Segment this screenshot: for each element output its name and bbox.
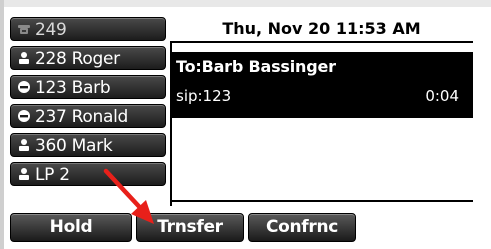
panel-divider	[170, 43, 172, 206]
line-key-label: LP 2	[35, 165, 70, 185]
line-key-label: 360 Mark	[35, 136, 113, 156]
line-key-249[interactable]: 249	[10, 17, 166, 41]
minus-icon	[17, 106, 31, 122]
panel-bottom-line	[170, 200, 473, 202]
line-key-237-ronald[interactable]: 237 Ronald	[10, 104, 166, 128]
person-icon	[17, 48, 31, 64]
hold-softkey[interactable]: Hold	[10, 213, 132, 242]
person-icon	[17, 135, 31, 151]
line-key-label: 237 Ronald	[35, 107, 129, 127]
line-key-123-barb[interactable]: 123 Barb	[10, 75, 166, 99]
call-recipient: To:Barb Bassinger	[176, 57, 336, 76]
line-key-360-mark[interactable]: 360 Mark	[10, 133, 166, 157]
call-duration: 0:04	[425, 87, 459, 105]
transfer-softkey[interactable]: Trnsfer	[136, 213, 244, 242]
screen-frame-left	[0, 0, 4, 249]
call-address: sip:123	[176, 87, 232, 105]
line-key-228-roger[interactable]: 228 Roger	[10, 46, 166, 70]
conference-softkey[interactable]: Confrnc	[248, 213, 356, 242]
line-key-label: 228 Roger	[35, 49, 120, 69]
line-key-lp-2[interactable]: LP 2	[10, 162, 166, 186]
screen-frame-top	[0, 0, 491, 7]
person-icon	[17, 164, 31, 180]
active-call-panel[interactable]: To:Barb Bassinger sip:123 0:04	[170, 52, 473, 118]
minus-icon	[17, 77, 31, 93]
phone-display: 249 228 Roger 123 Barb 237 Ronald 360 Ma…	[0, 0, 491, 249]
line-key-label: 249	[35, 20, 67, 40]
phone-icon	[17, 19, 31, 34]
line-key-label: 123 Barb	[35, 78, 111, 98]
date-time-header: Thu, Nov 20 11:53 AM	[170, 16, 473, 43]
